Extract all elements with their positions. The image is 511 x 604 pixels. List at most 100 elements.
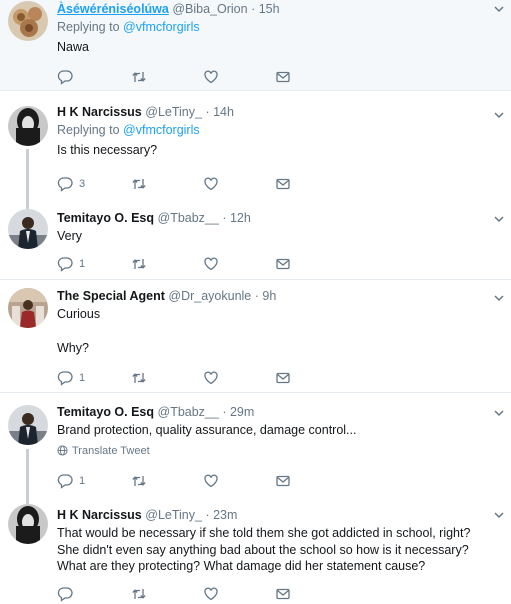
translate-tweet-link[interactable]: Translate Tweet xyxy=(57,445,485,457)
avatar[interactable] xyxy=(8,405,48,445)
tweet[interactable]: H K Narcissus @LeTiny_ · 14h Replying to… xyxy=(0,91,511,199)
tweet[interactable]: Temitayo O. Esq @Tbabz__ · 29m Brand pro… xyxy=(0,393,511,498)
replying-to-link[interactable]: @vfmcforgirls xyxy=(123,20,200,34)
separator-dot: · xyxy=(205,508,210,522)
message-icon xyxy=(276,475,290,487)
timestamp[interactable]: 23m xyxy=(213,508,237,522)
reply-button[interactable]: 1 xyxy=(57,473,85,489)
reply-icon xyxy=(57,587,73,602)
timestamp[interactable]: 12h xyxy=(230,211,251,225)
message-button[interactable] xyxy=(275,473,291,489)
reply-count: 3 xyxy=(79,178,86,190)
retweet-icon xyxy=(132,259,146,269)
reply-button[interactable]: 1 xyxy=(57,256,85,272)
message-button[interactable] xyxy=(275,176,291,192)
author-name[interactable]: Temitayo O. Esq xyxy=(57,211,154,225)
like-icon xyxy=(204,70,218,84)
chevron-down-icon[interactable] xyxy=(493,407,505,419)
retweet-button[interactable] xyxy=(131,256,153,272)
reply-button[interactable] xyxy=(57,586,79,602)
author-handle[interactable]: @Dr_ayokunle xyxy=(168,289,251,303)
author-handle[interactable]: @Tbabz__ xyxy=(158,405,219,419)
tweet[interactable]: Temitayo O. Esq @Tbabz__ · 12h Very 1 xyxy=(0,199,511,280)
author-handle[interactable]: @Biba_Orion xyxy=(172,2,247,16)
tweet-text-line: Brand protection, quality assurance, dam… xyxy=(57,423,357,437)
message-icon xyxy=(276,71,290,83)
retweet-icon xyxy=(132,179,146,189)
like-icon xyxy=(204,177,218,191)
thread-line xyxy=(26,149,29,199)
retweet-button[interactable] xyxy=(131,370,153,386)
reply-count: 1 xyxy=(79,372,86,384)
thread-line xyxy=(26,449,29,498)
message-button[interactable] xyxy=(275,586,291,602)
tweet-text: That would be necessary if she told them… xyxy=(57,525,485,575)
retweet-icon xyxy=(132,589,146,599)
reply-button[interactable]: 1 xyxy=(57,370,85,386)
retweet-icon xyxy=(132,476,146,486)
message-icon xyxy=(276,372,290,384)
author-handle[interactable]: @LeTiny_ xyxy=(145,105,202,119)
retweet-button[interactable] xyxy=(131,176,153,192)
avatar[interactable] xyxy=(8,209,48,249)
replying-to: Replying to @vfmcforgirls xyxy=(57,19,485,35)
like-button[interactable] xyxy=(203,586,225,602)
author-name[interactable]: H K Narcissus xyxy=(57,105,142,119)
thread-line xyxy=(26,199,29,209)
chevron-down-icon[interactable] xyxy=(493,213,505,225)
separator-dot: · xyxy=(222,211,227,225)
reply-icon xyxy=(57,177,73,192)
author-name[interactable]: The Special Agent xyxy=(57,289,165,303)
retweet-button[interactable] xyxy=(131,69,153,85)
avatar[interactable] xyxy=(8,1,48,41)
tweet-text: Curious Why? xyxy=(57,306,485,356)
chevron-down-icon[interactable] xyxy=(493,109,505,121)
tweet[interactable]: Àséwéréniséolúwa @Biba_Orion · 15h Reply… xyxy=(0,0,511,91)
retweet-button[interactable] xyxy=(131,586,153,602)
author-name[interactable]: H K Narcissus xyxy=(57,508,142,522)
separator-dot: · xyxy=(251,2,256,16)
like-button[interactable] xyxy=(203,256,225,272)
reply-button[interactable]: 3 xyxy=(57,176,85,192)
tweet[interactable]: H K Narcissus @LeTiny_ · 23m That would … xyxy=(0,498,511,604)
tweet[interactable]: The Special Agent @Dr_ayokunle · 9h Curi… xyxy=(0,280,511,393)
tweet-text-line: Very xyxy=(57,229,83,243)
tweet-text-line: Is this necessary? xyxy=(57,143,158,157)
chevron-down-icon[interactable] xyxy=(493,3,505,15)
message-button[interactable] xyxy=(275,69,291,85)
like-button[interactable] xyxy=(203,69,225,85)
timestamp[interactable]: 14h xyxy=(213,105,234,119)
translate-tweet-label: Translate Tweet xyxy=(72,444,150,457)
replying-to-link[interactable]: @vfmcforgirls xyxy=(123,123,200,137)
author-handle[interactable]: @LeTiny_ xyxy=(145,508,202,522)
chevron-down-icon[interactable] xyxy=(493,292,505,304)
avatar[interactable] xyxy=(8,504,48,544)
like-button[interactable] xyxy=(203,370,225,386)
retweet-icon xyxy=(132,373,146,383)
like-icon xyxy=(204,371,218,385)
author-handle[interactable]: @Tbabz__ xyxy=(158,211,219,225)
timestamp[interactable]: 9h xyxy=(262,289,276,303)
author-name[interactable]: Àséwéréniséolúwa xyxy=(57,2,169,16)
message-button[interactable] xyxy=(275,370,291,386)
like-button[interactable] xyxy=(203,176,225,192)
reply-count: 1 xyxy=(79,475,86,487)
tweet-text: Very xyxy=(57,228,485,245)
timestamp[interactable]: 29m xyxy=(230,405,254,419)
separator-dot: · xyxy=(222,405,227,419)
reply-button[interactable] xyxy=(57,69,79,85)
like-button[interactable] xyxy=(203,473,225,489)
globe-icon xyxy=(57,445,68,456)
reply-count: 1 xyxy=(79,258,86,270)
author-name[interactable]: Temitayo O. Esq xyxy=(57,405,154,419)
tweet-text-line: Why? xyxy=(57,340,89,355)
retweet-button[interactable] xyxy=(131,473,153,489)
reply-icon xyxy=(57,70,73,85)
avatar[interactable] xyxy=(8,106,48,146)
timestamp[interactable]: 15h xyxy=(259,2,280,16)
chevron-down-icon[interactable] xyxy=(493,509,505,521)
avatar[interactable] xyxy=(8,288,48,328)
like-icon xyxy=(204,474,218,488)
message-button[interactable] xyxy=(275,256,291,272)
separator-dot: · xyxy=(205,105,210,119)
